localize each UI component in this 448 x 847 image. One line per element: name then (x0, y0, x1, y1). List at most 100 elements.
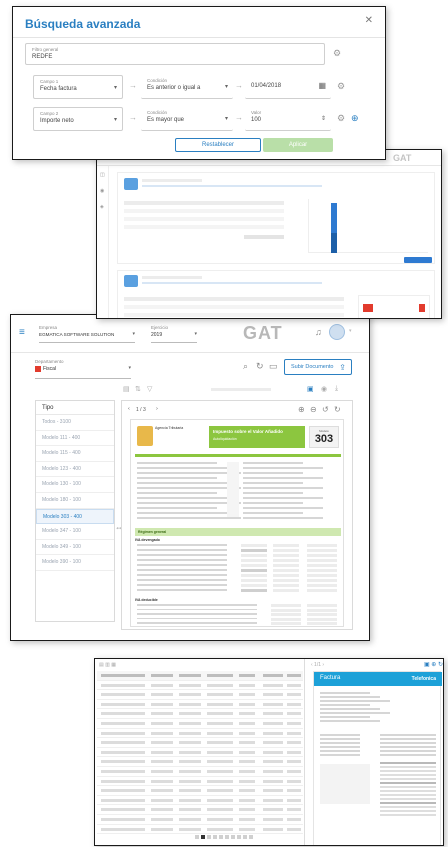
doc-type-item[interactable]: Modelo 390 - 100 (36, 555, 114, 571)
condition2-select[interactable]: Condición Es mayor que ▾ (141, 107, 233, 131)
image-icon[interactable]: ▣ (307, 385, 314, 393)
doc-type-item[interactable]: Modelo 111 - 400 (36, 431, 114, 447)
pager-dot[interactable] (249, 835, 253, 839)
table-pager[interactable] (244, 235, 284, 239)
placeholder-line (320, 750, 360, 752)
pager-dot[interactable] (207, 835, 211, 839)
pager-dot[interactable] (213, 835, 217, 839)
pager-dot[interactable] (243, 835, 247, 839)
nav-icon[interactable]: ◫ (100, 172, 105, 178)
menu-icon[interactable]: ≡ (19, 327, 25, 338)
table-row[interactable] (97, 786, 303, 796)
table-row[interactable] (97, 815, 303, 825)
pager-dot[interactable] (225, 835, 229, 839)
gat-logo: GAT (243, 323, 283, 343)
table-pager[interactable] (195, 835, 275, 841)
table-row[interactable] (97, 738, 303, 748)
prev-page-icon[interactable]: ‹ (128, 406, 130, 412)
doc-type-item[interactable]: Modelo 123 - 400 (36, 462, 114, 478)
table-row[interactable] (97, 767, 303, 777)
nav-icon[interactable]: ◈ (100, 204, 104, 210)
sort-icon[interactable]: ⇅ (135, 385, 141, 393)
zoom-out-icon[interactable]: ⊖ (310, 405, 317, 414)
zoom-in-icon[interactable]: ⊕ (298, 405, 305, 414)
table-row[interactable] (97, 825, 303, 835)
gear-icon[interactable]: ⚙ (337, 81, 345, 92)
next-page-icon[interactable]: › (156, 406, 158, 412)
placeholder-line (380, 806, 436, 808)
iva-deducible-label: IVA deducible (135, 598, 158, 602)
doc-type-item[interactable]: Modelo 347 - 100 (36, 524, 114, 540)
eye-icon[interactable]: ◉ (321, 385, 327, 393)
value-input[interactable]: Valor 100 ⇕ (245, 107, 331, 131)
table-cell (263, 712, 283, 716)
screen-icon[interactable]: ▭ (269, 361, 278, 372)
doc-type-item[interactable]: Modelo 180 - 100 (36, 493, 114, 509)
gear-icon[interactable]: ⚙ (333, 48, 341, 59)
table-row[interactable] (97, 805, 303, 815)
table-row[interactable] (97, 719, 303, 729)
doc-type-item[interactable]: Todos - 3100 (36, 415, 114, 431)
placeholder-line (137, 574, 227, 576)
table-row[interactable] (97, 748, 303, 758)
calendar-icon[interactable]: ▦ (318, 81, 326, 90)
table-cell (179, 722, 201, 725)
refresh-icon[interactable]: ↻ (256, 361, 264, 372)
search-icon[interactable]: ⌕ (243, 361, 248, 372)
avatar[interactable] (329, 324, 345, 340)
pager-dot[interactable] (231, 835, 235, 839)
layout-icon[interactable]: ▤ (123, 385, 130, 393)
upload-document-button[interactable]: Subir Documento ⇪ (284, 359, 352, 375)
close-icon[interactable]: ✕ (365, 15, 373, 26)
gear-icon[interactable]: ⚙ (337, 113, 345, 124)
bell-icon[interactable]: ♫ (315, 327, 322, 337)
table-row[interactable] (97, 690, 303, 700)
pager-dots[interactable] (195, 835, 275, 841)
condition1-select[interactable]: Condición Es anterior o igual a ▾ (141, 75, 233, 99)
pager-dot[interactable] (201, 835, 205, 839)
pager-dot[interactable] (237, 835, 241, 839)
add-condition-icon[interactable]: ⊕ (351, 113, 359, 124)
general-filter-field[interactable]: Filtro general REDFE (25, 43, 325, 65)
field2-select[interactable]: Campo 2 Importe neto ▾ (33, 107, 123, 131)
table-row[interactable] (97, 729, 303, 739)
date-input[interactable]: 01/04/2018 ▦ (245, 75, 331, 99)
table-row[interactable] (97, 681, 303, 691)
doc-type-item[interactable]: Modelo 130 - 100 (36, 477, 114, 493)
company-select[interactable]: Empresa EGMATICA SOFTWARE SOLUTION ▾ (39, 325, 135, 343)
table-row[interactable] (97, 700, 303, 710)
table-cell (263, 674, 283, 677)
table-row[interactable] (97, 757, 303, 767)
filter-icon[interactable]: ▽ (147, 385, 152, 393)
rotate-left-icon[interactable]: ↺ (322, 405, 329, 414)
card-subheading (142, 185, 322, 187)
pager-icons[interactable]: ‹ 1/1 › (311, 662, 324, 668)
exercise-select[interactable]: Ejercicio 2019 ▾ (151, 325, 197, 343)
reset-button[interactable]: Restablecer (175, 138, 261, 152)
toolbar-icons[interactable]: ▤ ▥ ▦ (99, 662, 116, 668)
pager-dot[interactable] (195, 835, 199, 839)
stepper-icon[interactable]: ⇕ (321, 115, 326, 122)
rotate-right-icon[interactable]: ↻ (334, 405, 341, 414)
field1-select[interactable]: Campo 1 Fecha factura ▾ (33, 75, 123, 99)
table-cell (207, 827, 233, 831)
table-cell (207, 693, 233, 697)
table-row[interactable] (97, 796, 303, 806)
user-menu-icon[interactable]: ▾ (349, 328, 352, 334)
table-row[interactable] (97, 777, 303, 787)
pager-dot[interactable] (219, 835, 223, 839)
apply-button[interactable]: Aplicar (263, 138, 333, 152)
doc-type-item[interactable]: Modelo 115 - 400 (36, 446, 114, 462)
chart-button[interactable] (404, 257, 432, 263)
department-select[interactable]: Departamento Fiscal ▾ (35, 359, 131, 379)
viewer-icons[interactable]: ▣ ⊕ ↻ (424, 661, 443, 668)
placeholder-line (380, 742, 436, 744)
nav-icon[interactable]: ◉ (100, 188, 104, 194)
doc-type-item[interactable]: Modelo 349 - 100 (36, 540, 114, 556)
document-thumbnail[interactable] (358, 295, 430, 318)
table-row[interactable] (97, 709, 303, 719)
placeholder-line (137, 584, 227, 586)
download-icon[interactable]: ⤓ (335, 385, 338, 393)
doc-type-item[interactable]: Modelo 303 - 400 (36, 508, 114, 525)
chart-bar (331, 233, 337, 253)
